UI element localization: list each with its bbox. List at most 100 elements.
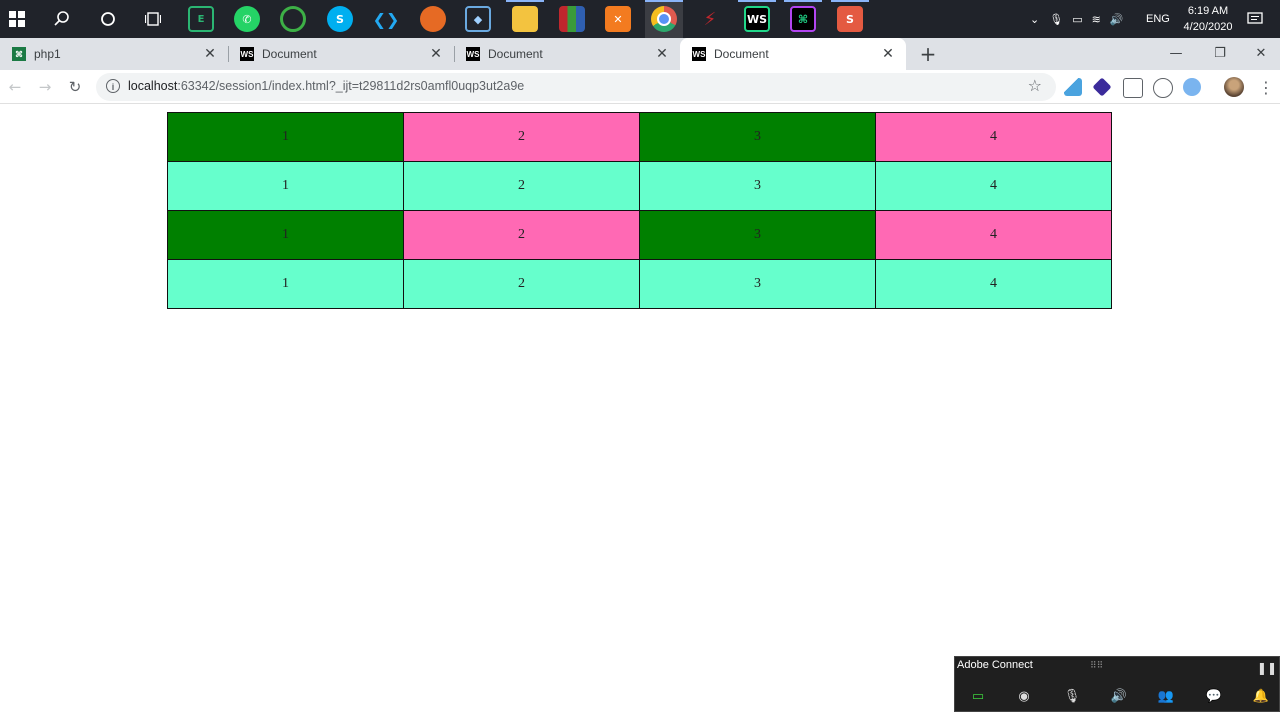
chrome-underline: [645, 0, 683, 2]
table-cell: 4: [875, 112, 1112, 162]
restore-button[interactable]: ❐: [1198, 38, 1242, 68]
table-cell: 2: [403, 259, 640, 309]
tab-document-active[interactable]: WS Document ✕: [680, 38, 906, 70]
file-explorer-icon[interactable]: [512, 6, 538, 32]
eclipse-app-icon[interactable]: E: [188, 6, 214, 32]
virtualbox-icon[interactable]: ◆: [465, 6, 491, 32]
window-close-button[interactable]: ✕: [1242, 38, 1280, 68]
url-text[interactable]: localhost:63342/session1/index.html?_ijt…: [128, 79, 524, 93]
wifi-icon[interactable]: ≋: [1092, 13, 1101, 26]
volume-icon[interactable]: 🔊: [1110, 13, 1124, 26]
phpstorm-indicator: [784, 0, 822, 2]
skype-icon[interactable]: S: [327, 6, 353, 32]
table-cell: 1: [167, 259, 404, 309]
diamond-extension-icon[interactable]: [1092, 77, 1112, 97]
phpstorm-favicon-icon: ⌘: [12, 47, 26, 61]
task-view-icon[interactable]: [140, 6, 166, 32]
gear-extension-icon[interactable]: [1183, 78, 1201, 96]
close-icon[interactable]: ✕: [202, 46, 218, 62]
phpstorm-icon[interactable]: ⌘: [790, 6, 816, 32]
circle-extension-icon[interactable]: [1153, 78, 1173, 98]
table-row: 1234: [167, 161, 1112, 211]
chevron-up-icon[interactable]: ⌄: [1030, 13, 1039, 26]
microphone-icon[interactable]: 🎙: [1061, 685, 1083, 707]
screen-share-icon[interactable]: ▭: [967, 685, 989, 707]
windows-taskbar: E ✆ S ❮❯ ◆ ✕ ⚡ WS ⌘ S ⌄ 🎙 ▭ ≋ 🔊 ENG 6:19…: [0, 0, 1280, 38]
clock-date: 4/20/2020: [1183, 21, 1233, 33]
browser-tab-strip: ⌘ php1 ✕ WS Document ✕ WS Document ✕ WS …: [0, 38, 1280, 70]
table-cell: 3: [639, 210, 876, 260]
chat-icon[interactable]: 💬: [1203, 685, 1225, 707]
table-cell: 2: [403, 161, 640, 211]
adobe-connect-title: Adobe Connect: [957, 659, 1033, 671]
scrum-app-icon[interactable]: S: [837, 6, 863, 32]
browser-toolbar: ← → ↻ i localhost:63342/session1/index.h…: [0, 70, 1280, 104]
info-icon[interactable]: i: [106, 79, 120, 93]
table-cell: 2: [403, 210, 640, 260]
back-button[interactable]: ←: [3, 75, 27, 99]
microphone-icon[interactable]: 🎙: [1049, 13, 1063, 26]
attendees-icon[interactable]: 👥: [1155, 685, 1177, 707]
address-bar[interactable]: i localhost:63342/session1/index.html?_i…: [96, 73, 1056, 101]
tab-label: php1: [34, 47, 61, 61]
table-cell: 1: [167, 210, 404, 260]
tab-php1[interactable]: ⌘ php1 ✕: [0, 38, 228, 70]
battery-icon[interactable]: ▭: [1072, 13, 1082, 26]
avatar[interactable]: [1224, 77, 1244, 97]
person-extension-icon[interactable]: [1123, 78, 1143, 98]
tab-label: Document: [714, 47, 769, 61]
chrome-indicator: [645, 0, 683, 38]
tab-separator: [228, 46, 229, 62]
xampp-icon[interactable]: ✕: [605, 6, 631, 32]
firefox-dev-icon[interactable]: [420, 6, 446, 32]
search-icon[interactable]: [49, 6, 75, 32]
table-row: 1234: [167, 210, 1112, 260]
language-indicator[interactable]: ENG: [1146, 0, 1170, 38]
close-icon[interactable]: ✕: [880, 46, 896, 62]
tab-document-2[interactable]: WS Document ✕: [454, 38, 680, 70]
bookmark-star-icon[interactable]: ☆: [1028, 76, 1042, 95]
camera-icon[interactable]: ◉: [1013, 685, 1035, 707]
table-cell: 1: [167, 161, 404, 211]
close-icon[interactable]: ✕: [428, 46, 444, 62]
url-path: :63342/session1/index.html?_ijt=t29811d2…: [177, 79, 525, 93]
webstorm-favicon-icon: WS: [466, 47, 480, 61]
speaker-icon[interactable]: 🔊: [1108, 685, 1130, 707]
table-cell: 3: [639, 259, 876, 309]
whatsapp-icon[interactable]: ✆: [234, 6, 260, 32]
table-row: 1234: [167, 112, 1112, 162]
table-cell: 4: [875, 161, 1112, 211]
close-icon[interactable]: ✕: [654, 46, 670, 62]
winrar-icon[interactable]: [559, 6, 585, 32]
new-tab-button[interactable]: +: [914, 38, 942, 70]
minimize-button[interactable]: —: [1154, 38, 1198, 68]
table-cell: 2: [403, 112, 640, 162]
page-content: 1234123412341234: [0, 104, 1280, 720]
clock[interactable]: 6:19 AM 4/20/2020: [1176, 3, 1240, 35]
adobe-connect-panel: Adobe Connect ⠿⠿ ❚❚ ▭ ◉ 🎙 🔊 👥 💬 🔔: [954, 656, 1280, 712]
eyedropper-extension-icon[interactable]: [1064, 78, 1082, 96]
menu-dots-icon[interactable]: ⋮: [1254, 75, 1278, 99]
drag-handle-icon[interactable]: ⠿⠿: [1090, 660, 1103, 671]
tab-document-1[interactable]: WS Document ✕: [228, 38, 454, 70]
pause-icon[interactable]: ❚❚: [1257, 661, 1277, 675]
table-cell: 3: [639, 112, 876, 162]
table-cell: 4: [875, 210, 1112, 260]
tab-label: Document: [262, 47, 317, 61]
notification-bell-icon[interactable]: 🔔: [1250, 685, 1272, 707]
forward-button[interactable]: →: [33, 75, 57, 99]
scrum-app-indicator: [831, 0, 869, 2]
windows-start-icon[interactable]: [4, 6, 30, 32]
table-cell: 4: [875, 259, 1112, 309]
reload-button[interactable]: ↻: [63, 75, 87, 99]
vscode-icon[interactable]: ❮❯: [373, 6, 400, 32]
table-cell: 3: [639, 161, 876, 211]
cortana-icon[interactable]: [95, 6, 121, 32]
filezilla-icon[interactable]: ⚡: [697, 6, 723, 32]
circular-app-icon[interactable]: [280, 6, 306, 32]
notification-icon[interactable]: [1247, 0, 1263, 38]
webstorm-favicon-icon: WS: [240, 47, 254, 61]
webstorm-icon[interactable]: WS: [744, 6, 770, 32]
tab-label: Document: [488, 47, 543, 61]
tab-separator: [454, 46, 455, 62]
